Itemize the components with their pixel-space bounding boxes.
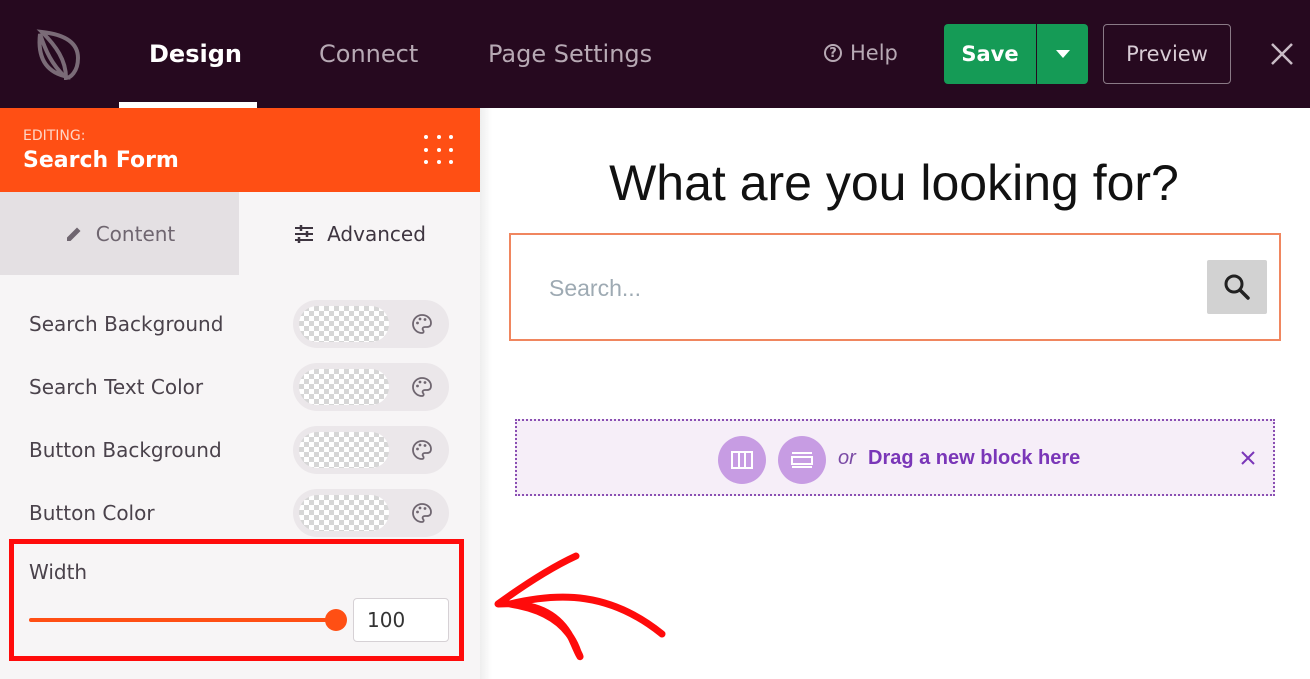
sliders-icon <box>295 224 314 243</box>
drop-zone-label: Drag a new block here <box>868 447 1081 469</box>
width-slider-track[interactable] <box>29 618 336 622</box>
help-icon: ? <box>824 44 842 62</box>
editing-block-name: Search Form <box>23 148 179 173</box>
tab-content[interactable]: Content <box>0 192 239 275</box>
columns-icon <box>731 451 753 469</box>
search-form-block[interactable]: Search... <box>509 233 1281 341</box>
palette-icon[interactable] <box>411 376 433 398</box>
tab-design[interactable]: Design <box>149 40 242 68</box>
red-arrow-annotation <box>494 552 666 661</box>
tab-page-settings[interactable]: Page Settings <box>488 40 652 68</box>
button-background-color-picker[interactable] <box>293 426 449 474</box>
add-row-button[interactable] <box>778 436 826 484</box>
save-button[interactable]: Save <box>944 24 1036 84</box>
tab-advanced-label: Advanced <box>327 221 426 246</box>
logo-icon[interactable] <box>30 26 86 82</box>
palette-icon[interactable] <box>411 439 433 461</box>
button-color-label: Button Color <box>29 501 155 525</box>
width-slider-handle[interactable] <box>325 609 347 631</box>
transparent-swatch[interactable] <box>299 369 389 405</box>
drop-zone-or: or <box>838 447 856 469</box>
page-headline[interactable]: What are you looking for? <box>508 154 1280 212</box>
editing-header: EDITING: Search Form <box>0 108 480 192</box>
drop-zone[interactable]: or Drag a new block here <box>515 419 1275 496</box>
palette-icon[interactable] <box>411 502 433 524</box>
search-input[interactable]: Search... <box>549 275 641 302</box>
tab-connect[interactable]: Connect <box>319 40 418 68</box>
help-label: Help <box>850 41 898 65</box>
tab-advanced[interactable]: Advanced <box>239 192 480 275</box>
button-color-picker[interactable] <box>293 489 449 537</box>
editing-label: EDITING: <box>23 128 86 144</box>
pencil-icon <box>66 227 81 241</box>
search-text-color-picker[interactable] <box>293 363 449 411</box>
button-background-label: Button Background <box>29 438 222 462</box>
transparent-swatch[interactable] <box>299 306 389 342</box>
caret-down-icon <box>1055 50 1070 58</box>
top-bar: Design Connect Page Settings ? Help Save… <box>0 0 1310 108</box>
add-columns-button[interactable] <box>718 436 766 484</box>
palette-icon[interactable] <box>411 313 433 335</box>
help-link[interactable]: ? Help <box>824 41 898 65</box>
preview-button[interactable]: Preview <box>1103 24 1231 84</box>
transparent-swatch[interactable] <box>299 495 389 531</box>
search-button[interactable] <box>1207 260 1267 314</box>
width-input[interactable]: 100 <box>353 598 449 642</box>
settings-panel: EDITING: Search Form Content Advanced Se… <box>0 108 480 679</box>
search-text-color-label: Search Text Color <box>29 375 204 399</box>
search-icon <box>1224 274 1250 300</box>
close-icon[interactable] <box>1240 450 1256 466</box>
search-background-color-picker[interactable] <box>293 300 449 348</box>
transparent-swatch[interactable] <box>299 432 389 468</box>
save-options-button[interactable] <box>1037 24 1088 84</box>
search-background-label: Search Background <box>29 312 224 336</box>
tab-content-label: Content <box>95 221 176 246</box>
width-label: Width <box>29 560 88 584</box>
dots-grid-icon[interactable] <box>424 135 456 167</box>
close-icon[interactable] <box>1268 40 1296 68</box>
rows-icon <box>791 452 813 468</box>
